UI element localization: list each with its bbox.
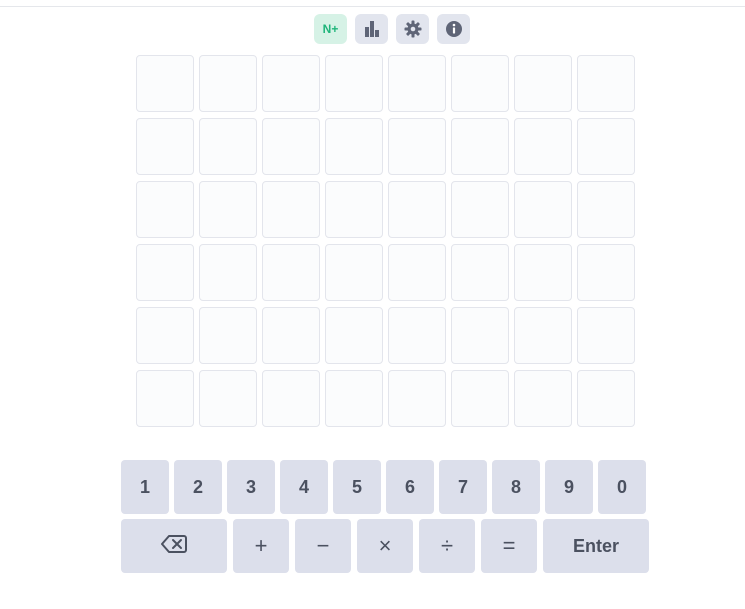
info-icon: [445, 20, 463, 38]
bar-chart-icon: [363, 20, 381, 38]
digit-key-8[interactable]: 8: [492, 460, 540, 514]
digit-key-row: 1234567890: [121, 460, 646, 514]
nplus-button[interactable]: N+: [314, 14, 347, 44]
board-cell: [136, 370, 194, 427]
board-cell: [451, 370, 509, 427]
board-cell: [388, 55, 446, 112]
board-cell: [325, 118, 383, 175]
backspace-icon: [161, 534, 187, 559]
equals-key[interactable]: =: [481, 519, 537, 573]
backspace-key[interactable]: [121, 519, 227, 573]
board-cell: [577, 55, 635, 112]
board-cell: [451, 55, 509, 112]
digit-key-9[interactable]: 9: [545, 460, 593, 514]
board-cell: [514, 370, 572, 427]
divide-key[interactable]: ÷: [419, 519, 475, 573]
toolbar: N+: [314, 14, 470, 44]
board-cell: [388, 181, 446, 238]
board-cell: [451, 181, 509, 238]
info-button[interactable]: [437, 14, 470, 44]
board-cell: [577, 370, 635, 427]
board-cell: [262, 370, 320, 427]
board-cell: [199, 370, 257, 427]
board-cell: [136, 55, 194, 112]
board-cell: [325, 181, 383, 238]
digit-key-2[interactable]: 2: [174, 460, 222, 514]
board-cell: [451, 118, 509, 175]
header-divider: [0, 6, 745, 7]
game-board: [136, 55, 635, 427]
board-cell: [577, 118, 635, 175]
board-cell: [514, 307, 572, 364]
operator-key-row: + − × ÷ = Enter: [121, 519, 649, 573]
board-cell: [388, 118, 446, 175]
board-cell: [262, 307, 320, 364]
board-cell: [451, 244, 509, 301]
board-cell: [388, 307, 446, 364]
stats-button[interactable]: [355, 14, 388, 44]
board-cell: [262, 55, 320, 112]
digit-key-5[interactable]: 5: [333, 460, 381, 514]
board-cell: [262, 181, 320, 238]
board-cell: [388, 370, 446, 427]
board-cell: [199, 181, 257, 238]
settings-button[interactable]: [396, 14, 429, 44]
board-cell: [262, 118, 320, 175]
board-cell: [136, 307, 194, 364]
board-cell: [577, 307, 635, 364]
board-cell: [451, 307, 509, 364]
board-cell: [514, 55, 572, 112]
board-cell: [262, 244, 320, 301]
board-cell: [325, 55, 383, 112]
gear-icon: [404, 20, 422, 38]
board-cell: [199, 307, 257, 364]
board-cell: [388, 244, 446, 301]
board-cell: [136, 181, 194, 238]
board-cell: [199, 118, 257, 175]
board-cell: [136, 118, 194, 175]
digit-key-4[interactable]: 4: [280, 460, 328, 514]
board-cell: [577, 181, 635, 238]
board-cell: [514, 118, 572, 175]
board-cell: [325, 307, 383, 364]
board-cell: [136, 244, 194, 301]
digit-key-0[interactable]: 0: [598, 460, 646, 514]
board-cell: [199, 55, 257, 112]
digit-key-7[interactable]: 7: [439, 460, 487, 514]
board-cell: [199, 244, 257, 301]
plus-key[interactable]: +: [233, 519, 289, 573]
board-cell: [325, 370, 383, 427]
board-cell: [325, 244, 383, 301]
digit-key-3[interactable]: 3: [227, 460, 275, 514]
board-cell: [577, 244, 635, 301]
multiply-key[interactable]: ×: [357, 519, 413, 573]
digit-key-6[interactable]: 6: [386, 460, 434, 514]
board-cell: [514, 244, 572, 301]
enter-key[interactable]: Enter: [543, 519, 649, 573]
board-cell: [514, 181, 572, 238]
digit-key-1[interactable]: 1: [121, 460, 169, 514]
minus-key[interactable]: −: [295, 519, 351, 573]
